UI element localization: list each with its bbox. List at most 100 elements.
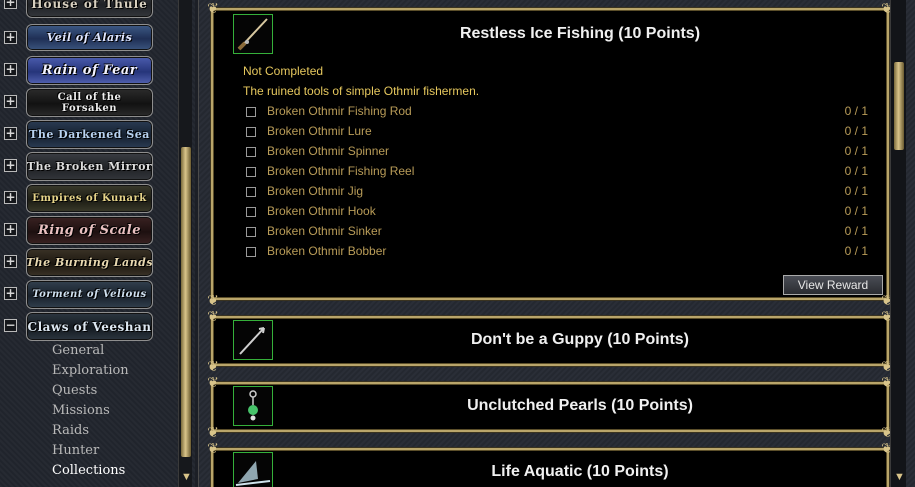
achievement-list-scrollbar[interactable]: ▼ xyxy=(890,0,906,487)
completion-status: Not Completed xyxy=(243,64,324,78)
ring-of-scale-logo[interactable]: Ring of Scale xyxy=(26,216,153,245)
achievement-description: The ruined tools of simple Othmir fisher… xyxy=(243,84,480,98)
the-broken-mirror-logo[interactable]: The Broken Mirror xyxy=(26,152,153,181)
expansion-row-the-darkened-sea[interactable]: + The Darkened Sea xyxy=(0,119,180,149)
expansion-row-claws-of-veeshan[interactable]: − Claws of Veeshan xyxy=(0,311,180,341)
task-checkbox xyxy=(246,167,256,177)
task-progress: 0 / 1 xyxy=(844,144,868,158)
task-progress: 0 / 1 xyxy=(844,244,868,258)
scrollbar-thumb[interactable] xyxy=(894,62,904,150)
expand-icon[interactable]: + xyxy=(4,63,17,76)
expand-icon[interactable]: + xyxy=(4,159,17,172)
expansion-row-ring-of-scale[interactable]: + Ring of Scale xyxy=(0,215,180,245)
expansion-row-veil-of-alaris[interactable]: + Veil of Alaris xyxy=(0,23,180,53)
expand-icon[interactable]: + xyxy=(4,0,17,9)
expansion-name: Call of the Forsaken xyxy=(57,91,122,114)
collapse-icon[interactable]: − xyxy=(4,319,17,332)
task-name: Broken Othmir Spinner xyxy=(267,144,390,158)
rain-of-fear-logo[interactable]: Rain of Fear xyxy=(26,56,153,85)
category-general[interactable]: General xyxy=(52,343,104,358)
expansion-name: Torment of Velious xyxy=(32,288,147,300)
task-checkbox xyxy=(246,227,256,237)
task-progress: 0 / 1 xyxy=(844,124,868,138)
achievement-panel-dont-be-a-guppy[interactable]: ❦ ❦ ❦ ❦ Don't be a Guppy (10 Points) xyxy=(207,309,893,373)
task-name: Broken Othmir Fishing Reel xyxy=(267,164,415,178)
fish-spear-icon xyxy=(233,320,273,360)
scroll-down-arrow-icon[interactable]: ▼ xyxy=(894,471,905,483)
category-collections[interactable]: Collections xyxy=(52,463,125,478)
task-name: Broken Othmir Jig xyxy=(267,184,364,198)
expand-icon[interactable]: + xyxy=(4,127,17,140)
achievement-panel-unclutched-pearls[interactable]: ❦ ❦ ❦ ❦ Unclutched Pearls (10 Points) xyxy=(207,375,893,439)
task-progress: 0 / 1 xyxy=(844,184,868,198)
expansion-row-torment-of-velious[interactable]: + Torment of Velious xyxy=(0,279,180,309)
achievement-title: Don't be a Guppy (10 Points) xyxy=(470,331,690,348)
task-row: Broken Othmir Bobber 0 / 1 xyxy=(243,244,868,262)
achievement-title: Unclutched Pearls (10 Points) xyxy=(467,397,693,414)
scrollbar-thumb[interactable] xyxy=(181,147,191,457)
achievement-panel-restless-ice-fishing[interactable]: ❦ ❦ ❦ ❦ Restless Ice Fishing (10 Points)… xyxy=(207,1,893,307)
task-checkbox xyxy=(246,147,256,157)
task-checkbox xyxy=(246,207,256,217)
category-exploration[interactable]: Exploration xyxy=(52,363,129,378)
task-progress: 0 / 1 xyxy=(844,104,868,118)
achievement-panel-life-aquatic[interactable]: ❦ ❦ Life Aquatic (10 Points) xyxy=(207,441,893,487)
task-row: Broken Othmir Jig 0 / 1 xyxy=(243,184,868,202)
expansion-name: The Broken Mirror xyxy=(26,160,153,173)
task-name: Broken Othmir Lure xyxy=(267,124,372,138)
task-row: Broken Othmir Hook 0 / 1 xyxy=(243,204,868,222)
task-progress: 0 / 1 xyxy=(844,204,868,218)
claws-of-veeshan-logo[interactable]: Claws of Veeshan xyxy=(26,312,153,341)
expansion-row-call-of-the-forsaken[interactable]: + Call of the Forsaken xyxy=(0,87,180,117)
task-name: Broken Othmir Hook xyxy=(267,204,376,218)
torment-of-velious-logo[interactable]: Torment of Velious xyxy=(26,280,153,309)
achievement-title: Restless Ice Fishing (10 Points) xyxy=(459,25,701,42)
expansion-name: Veil of Alaris xyxy=(46,31,133,44)
category-hunter[interactable]: Hunter xyxy=(52,443,99,458)
view-reward-button[interactable]: View Reward xyxy=(783,275,883,295)
fishing-rod-icon xyxy=(233,14,273,54)
scroll-down-arrow-icon[interactable]: ▼ xyxy=(181,471,192,483)
expansion-row-the-broken-mirror[interactable]: + The Broken Mirror xyxy=(0,151,180,181)
expand-icon[interactable]: + xyxy=(4,191,17,204)
category-raids[interactable]: Raids xyxy=(52,423,89,438)
corner-ornament-icon: ❦ xyxy=(207,424,219,440)
category-quests[interactable]: Quests xyxy=(52,383,97,398)
task-row: Broken Othmir Sinker 0 / 1 xyxy=(243,224,868,242)
task-progress: 0 / 1 xyxy=(844,224,868,238)
task-row: Broken Othmir Spinner 0 / 1 xyxy=(243,144,868,162)
expand-icon[interactable]: + xyxy=(4,95,17,108)
expand-icon[interactable]: + xyxy=(4,223,17,236)
corner-ornament-icon: ❦ xyxy=(207,374,219,390)
task-name: Broken Othmir Sinker xyxy=(267,224,382,238)
the-darkened-sea-logo[interactable]: The Darkened Sea xyxy=(26,120,153,149)
expand-icon[interactable]: + xyxy=(4,255,17,268)
expansion-name: The Burning Lands xyxy=(26,256,153,269)
expansion-row-empires-of-kunark[interactable]: + Empires of Kunark xyxy=(0,183,180,213)
achievement-list: ❦ ❦ ❦ ❦ Restless Ice Fishing (10 Points)… xyxy=(198,0,915,487)
expand-icon[interactable]: + xyxy=(4,31,17,44)
expand-icon[interactable]: + xyxy=(4,287,17,300)
task-checkbox xyxy=(246,247,256,257)
expansion-row-the-burning-lands[interactable]: + The Burning Lands xyxy=(0,247,180,277)
corner-ornament-icon: ❦ xyxy=(207,0,219,16)
expansion-row-rain-of-fear[interactable]: + Rain of Fear xyxy=(0,55,180,85)
sidebar-scrollbar[interactable]: ▼ xyxy=(178,0,192,487)
call-of-the-forsaken-logo[interactable]: Call of the Forsaken xyxy=(26,88,153,117)
house-of-thule-logo[interactable]: House of Thule xyxy=(26,0,153,18)
empires-of-kunark-logo[interactable]: Empires of Kunark xyxy=(26,184,153,213)
expansion-name: Ring of Scale xyxy=(37,223,142,238)
task-row: Broken Othmir Lure 0 / 1 xyxy=(243,124,868,142)
expansion-name: Rain of Fear xyxy=(41,63,138,78)
shark-fin-icon xyxy=(233,452,273,487)
corner-ornament-icon: ❦ xyxy=(207,358,219,374)
pearl-earring-icon xyxy=(233,386,273,426)
category-missions[interactable]: Missions xyxy=(52,403,110,418)
task-row: Broken Othmir Fishing Reel 0 / 1 xyxy=(243,164,868,182)
veil-of-alaris-logo[interactable]: Veil of Alaris xyxy=(26,24,153,51)
corner-ornament-icon: ❦ xyxy=(207,308,219,324)
the-burning-lands-logo[interactable]: The Burning Lands xyxy=(26,248,153,277)
task-progress: 0 / 1 xyxy=(844,164,868,178)
task-name: Broken Othmir Fishing Rod xyxy=(267,104,412,118)
expansion-row-house-of-thule[interactable]: + House of Thule xyxy=(0,0,180,18)
